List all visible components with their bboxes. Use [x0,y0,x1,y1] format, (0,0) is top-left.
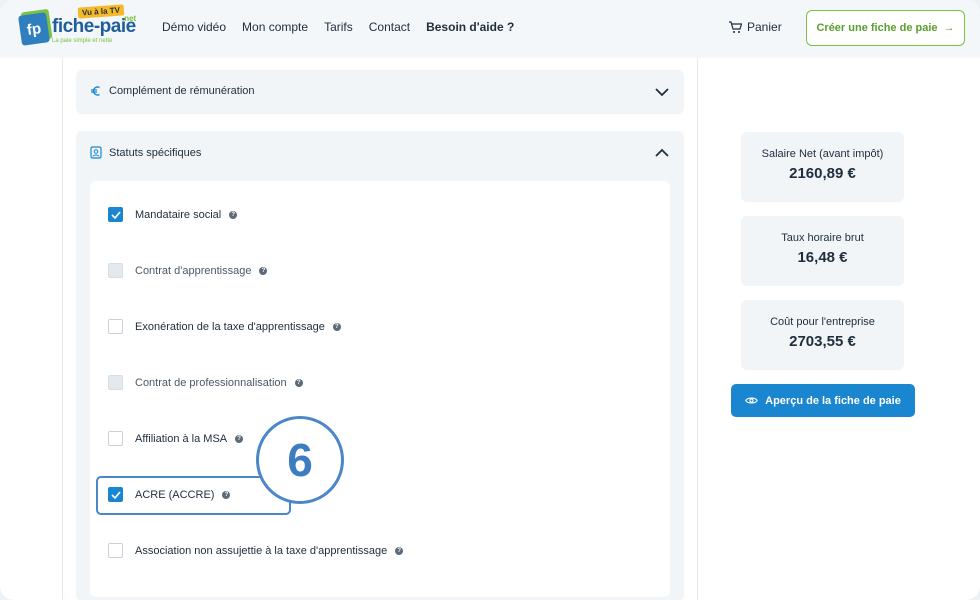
main-nav: Démo vidéo Mon compte Tarifs Contact Bes… [162,20,514,34]
logo[interactable]: fp Vu à la TV fiche-paie .net La paie si… [18,4,140,48]
id-badge-icon [90,146,102,159]
option-label: Affiliation à la MSA [135,432,228,445]
help-icon[interactable]: ? [259,266,268,275]
cart-icon [729,20,742,33]
cart-label: Panier [747,20,782,34]
help-icon[interactable]: ? [332,322,341,331]
option-label: Mandataire social [135,208,222,221]
summary-salaire-net: Salaire Net (avant impôt) 2160,89 € [741,132,904,202]
option-mandataire-social[interactable]: Mandataire social ? [108,207,238,222]
summary-label: Coût pour l'entreprise [770,316,875,328]
summary-value: 16,48 € [797,249,848,266]
logo-tagline: La paie simple et nette [52,38,113,44]
summary-cout-entreprise: Coût pour l'entreprise 2703,55 € [741,300,904,370]
help-icon[interactable]: ? [229,210,238,219]
checkbox[interactable] [108,431,123,446]
option-association-non-assujettie[interactable]: Association non assujettie à la taxe d'a… [108,543,404,558]
option-affiliation-msa[interactable]: Affiliation à la MSA ? [108,431,244,446]
checkbox[interactable] [108,543,123,558]
option-label: Contrat d'apprentissage [135,264,252,277]
checkbox [108,375,123,390]
chevron-up-icon[interactable] [654,146,670,160]
panel-title: Statuts spécifiques [109,146,202,159]
euro-icon [91,86,100,96]
option-label: Exonération de la taxe d'apprentissage [135,320,325,333]
help-icon[interactable]: ? [235,434,244,443]
top-header: fp Vu à la TV fiche-paie .net La paie si… [0,0,980,58]
nav-mon-compte[interactable]: Mon compte [242,20,308,34]
help-icon[interactable]: ? [395,546,404,555]
nav-demo-video[interactable]: Démo vidéo [162,20,226,34]
step-number-badge: 6 [256,416,344,504]
options-list: Mandataire social ? Contrat d'apprentiss… [90,181,670,597]
panel-header: Complément de rémunération [90,85,255,97]
create-payslip-label: Créer une fiche de paie [816,22,938,34]
summary-taux-horaire: Taux horaire brut 16,48 € [741,216,904,286]
panel-header[interactable]: Statuts spécifiques [90,146,201,159]
option-contrat-apprentissage: Contrat d'apprentissage ? [108,263,268,278]
panel-title: Complément de rémunération [109,85,255,97]
checkbox[interactable] [108,319,123,334]
option-exoneration-taxe[interactable]: Exonération de la taxe d'apprentissage ? [108,319,341,334]
create-payslip-button[interactable]: Créer une fiche de paie → [806,10,965,46]
checkbox [108,263,123,278]
option-label: Contrat de professionnalisation [135,376,287,389]
check-icon [110,210,121,219]
help-icon[interactable]: ? [294,378,303,387]
summary-value: 2703,55 € [789,333,856,350]
checkbox[interactable] [108,207,123,222]
summary-label: Salaire Net (avant impôt) [761,148,884,160]
nav-tarifs[interactable]: Tarifs [324,20,353,34]
arrow-right-icon: → [943,22,955,34]
summary-label: Taux horaire brut [781,232,864,244]
chevron-down-icon[interactable] [654,85,670,99]
logo-mark: fp [18,12,50,46]
cart-link[interactable]: Panier [728,20,782,34]
panel-complement-remuneration[interactable]: Complément de rémunération [76,70,684,114]
option-contrat-professionnalisation: Contrat de professionnalisation ? [108,375,303,390]
summary-value: 2160,89 € [789,165,856,182]
panel-statuts-specifiques: Statuts spécifiques Mandataire social ? … [76,131,684,600]
option-label: Association non assujettie à la taxe d'a… [135,544,388,557]
logo-suffix: .net [122,14,137,23]
app-frame: fp Vu à la TV fiche-paie .net La paie si… [0,0,980,600]
preview-payslip-button[interactable]: Aperçu de la fiche de paie [731,384,915,417]
eye-icon [745,397,758,404]
nav-contact[interactable]: Contact [369,20,410,34]
preview-payslip-label: Aperçu de la fiche de paie [765,394,901,407]
nav-besoin-aide[interactable]: Besoin d'aide ? [426,20,514,34]
